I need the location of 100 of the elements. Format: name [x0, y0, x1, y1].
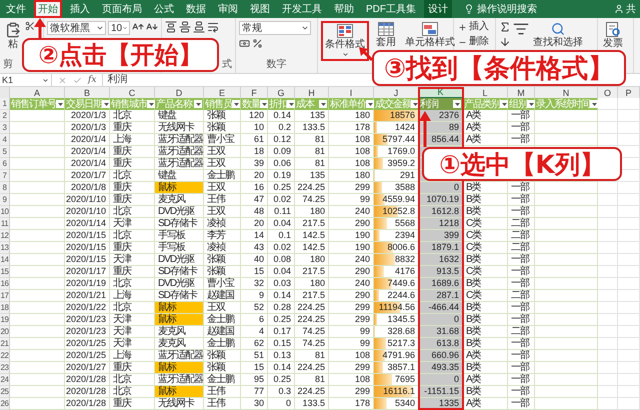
column-letter[interactable]: M [508, 87, 535, 99]
paste-button[interactable]: 粘 [3, 21, 23, 51]
row-number[interactable]: 25 [0, 386, 10, 398]
column-letter[interactable]: F [241, 87, 268, 99]
row-number[interactable]: 8 [0, 182, 10, 194]
column-letter[interactable]: B [65, 87, 110, 99]
row-number[interactable]: 14 [0, 254, 10, 266]
row-number[interactable]: 23 [0, 362, 10, 374]
ribbon-tab[interactable]: 帮助 [330, 0, 358, 18]
filter-button[interactable] [260, 100, 268, 108]
filter-button[interactable] [56, 100, 64, 108]
ribbon-tab[interactable]: 页面布局 [98, 0, 146, 18]
column-letter[interactable]: L [463, 87, 508, 99]
share-button[interactable]: 共 [610, 0, 640, 18]
percent-button[interactable] [252, 38, 263, 49]
align-top-button[interactable] [165, 21, 177, 33]
table-cell: 手写板 [155, 242, 204, 254]
column-letter[interactable]: I [329, 87, 374, 99]
ribbon-tab[interactable]: PDF工具集 [362, 0, 420, 18]
format-as-table-button[interactable]: 套用 [374, 21, 398, 49]
filter-button[interactable] [319, 100, 327, 108]
font-name-field[interactable]: 微软雅黑 [47, 21, 106, 35]
ribbon-tab[interactable]: 文件 [2, 0, 30, 18]
row-number[interactable]: 2 [0, 110, 10, 122]
row-number[interactable]: 18 [0, 302, 10, 314]
row-number[interactable]: 12 [0, 230, 10, 242]
table-cell: 0.25 [268, 182, 295, 194]
table-cell: 8006.6 [374, 242, 419, 254]
currency-button[interactable] [239, 38, 250, 49]
sort-filter-button[interactable] [513, 21, 529, 37]
document-search-icon [605, 22, 621, 37]
filter-button[interactable] [102, 100, 110, 108]
cut-button[interactable] [25, 21, 35, 31]
number-format-field[interactable]: 常规 [239, 21, 311, 35]
ribbon-tab[interactable]: 开发工具 [278, 0, 326, 18]
ribbon-tab[interactable]: 插入 [66, 0, 94, 18]
column-letter[interactable]: C [110, 87, 155, 99]
conditional-format-button[interactable]: 条件格式 [321, 21, 369, 61]
filter-button[interactable] [147, 100, 155, 108]
row-number[interactable]: 6 [0, 158, 10, 170]
align-middle-button[interactable] [179, 21, 191, 33]
row-number[interactable]: 24 [0, 374, 10, 386]
table-cell [598, 182, 618, 194]
column-letter[interactable]: H [295, 87, 329, 99]
table-cell: 0.04 [268, 266, 295, 278]
name-box[interactable]: K1 [0, 74, 52, 86]
row-number[interactable]: 19 [0, 314, 10, 326]
align-bottom-button[interactable] [193, 21, 205, 33]
column-letter[interactable]: N [535, 87, 598, 99]
row-number[interactable]: 7 [0, 170, 10, 182]
filter-button[interactable] [194, 100, 202, 108]
wrap-text-button[interactable] [207, 21, 219, 33]
tell-me-search[interactable]: 操作说明搜索 [477, 2, 537, 16]
ribbon-tab[interactable]: 公式 [150, 0, 178, 18]
filter-button[interactable] [453, 100, 461, 108]
table-cell: 913.5 [419, 266, 463, 278]
ribbon-tab[interactable]: 审阅 [214, 0, 242, 18]
row-number[interactable]: 4 [0, 134, 10, 146]
row-number[interactable]: 16 [0, 278, 10, 290]
row-number[interactable]: 20 [0, 326, 10, 338]
ribbon-tab[interactable]: 设计 [424, 0, 452, 18]
row-number[interactable]: 26 [0, 398, 10, 410]
filter-button[interactable] [366, 100, 374, 108]
column-letter[interactable]: A [10, 87, 65, 99]
filter-button[interactable] [287, 100, 295, 108]
cell-styles-button[interactable]: 单元格样式 [403, 21, 457, 49]
column-letter[interactable]: O [598, 87, 618, 99]
column-letter[interactable]: P [618, 87, 640, 99]
insert-function-button[interactable]: fx [88, 75, 96, 85]
filter-button[interactable] [590, 100, 598, 108]
formula-field[interactable]: 利润 [102, 74, 358, 86]
filter-button[interactable] [527, 100, 535, 108]
row-number[interactable]: 11 [0, 218, 10, 230]
column-letter[interactable]: E [204, 87, 241, 99]
filter-button[interactable] [500, 100, 508, 108]
find-select-button[interactable]: 查找和选择 [531, 21, 585, 49]
row-number[interactable]: 1 [0, 98, 10, 110]
delete-button[interactable]: 删除 [457, 36, 490, 48]
invoice-button[interactable]: 发票 [601, 21, 625, 50]
filter-button[interactable] [232, 100, 240, 108]
row-number[interactable]: 13 [0, 242, 10, 254]
row-number[interactable]: 21 [0, 338, 10, 350]
column-letter[interactable]: G [268, 87, 295, 99]
check-icon[interactable] [73, 76, 82, 84]
row-number[interactable]: 9 [0, 194, 10, 206]
row-number[interactable]: 10 [0, 206, 10, 218]
ribbon-tab[interactable]: 数据 [182, 0, 210, 18]
ribbon-tab[interactable]: 视图 [246, 0, 274, 18]
autosum-button[interactable] [499, 21, 511, 33]
row-number[interactable]: 17 [0, 290, 10, 302]
row-number[interactable]: 3 [0, 122, 10, 134]
ribbon-tab[interactable]: 开始 [34, 0, 62, 18]
column-letter[interactable]: D [155, 87, 204, 99]
row-number[interactable]: 5 [0, 146, 10, 158]
fill-button[interactable] [499, 36, 511, 48]
insert-button[interactable]: 插入 [457, 21, 490, 33]
row-number[interactable]: 22 [0, 350, 10, 362]
row-number[interactable]: 15 [0, 266, 10, 278]
font-size-field[interactable]: 10 [108, 21, 130, 35]
column-letter[interactable]: J [374, 87, 419, 99]
